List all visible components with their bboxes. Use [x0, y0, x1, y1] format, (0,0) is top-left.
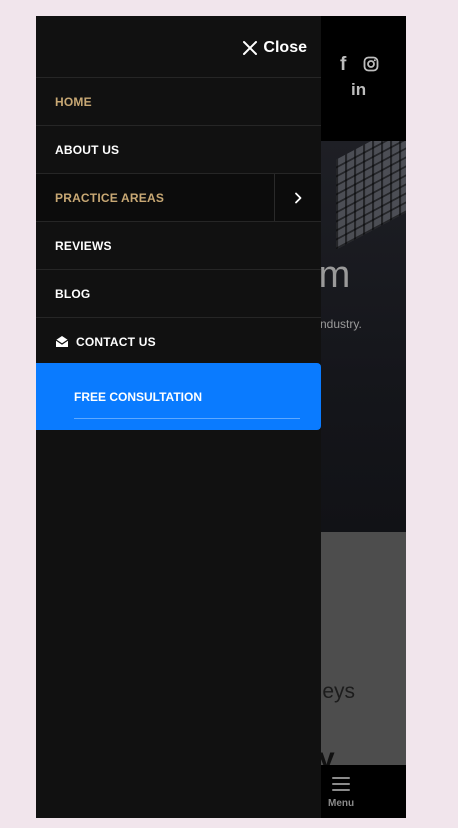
nav-item-label: PRACTICE AREAS: [55, 190, 165, 205]
nav-item-practice-areas[interactable]: PRACTICE AREAS: [36, 173, 321, 221]
close-button[interactable]: Close: [242, 38, 307, 58]
close-label: Close: [263, 39, 307, 56]
divider: [74, 418, 300, 419]
menu-button-label[interactable]: Menu: [328, 798, 354, 809]
nav-item-home[interactable]: HOME: [36, 77, 321, 125]
nav-item-about-us[interactable]: ABOUT US: [36, 125, 321, 173]
nav-drawer: Close HOME ABOUT US PRACTICE AREAS REVIE…: [36, 16, 321, 818]
instagram-icon[interactable]: [363, 56, 379, 72]
mobile-viewport: f in rm s industry. e orneys y Menu Clos…: [36, 16, 406, 818]
nav-menu: HOME ABOUT US PRACTICE AREAS REVIEWS BLO…: [36, 77, 321, 366]
nav-item-blog[interactable]: BLOG: [36, 269, 321, 317]
free-consultation-label: FREE CONSULTATION: [74, 390, 202, 404]
close-icon: [243, 41, 258, 55]
nav-item-reviews[interactable]: REVIEWS: [36, 221, 321, 269]
free-consultation-button[interactable]: FREE CONSULTATION: [36, 363, 321, 430]
hamburger-icon[interactable]: [332, 777, 350, 791]
linkedin-icon[interactable]: in: [351, 80, 366, 100]
chevron-right-icon: [295, 192, 302, 203]
nav-item-label: ABOUT US: [55, 142, 120, 157]
submenu-toggle-button[interactable]: [274, 174, 321, 221]
nav-item-label: BLOG: [55, 286, 91, 301]
nav-item-label: CONTACT US: [76, 334, 156, 349]
nav-item-label: REVIEWS: [55, 238, 112, 253]
hero-building-image: [336, 141, 406, 250]
facebook-icon[interactable]: f: [340, 54, 346, 76]
nav-item-contact-us[interactable]: CONTACT US: [36, 317, 321, 366]
nav-item-label: HOME: [55, 94, 92, 109]
envelope-open-icon: [55, 335, 69, 348]
